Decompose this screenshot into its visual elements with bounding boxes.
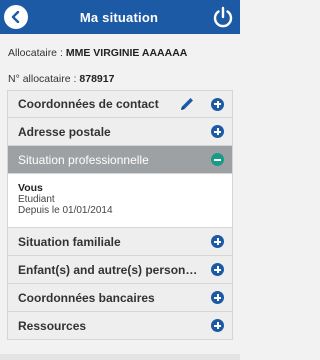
section-label: Situation familiale xyxy=(18,234,121,249)
section-label: Situation professionnelle xyxy=(18,152,149,167)
expand-icon[interactable] xyxy=(211,319,224,332)
chevron-left-icon xyxy=(11,11,20,23)
expand-icon[interactable] xyxy=(211,125,224,138)
allocataire-row: Allocataire : MME VIRGINIE AAAAAA xyxy=(8,40,232,66)
back-button[interactable] xyxy=(4,5,28,29)
allocataire-number-row: N° allocataire : 878917 xyxy=(8,66,232,92)
section-label: Coordonnées bancaires xyxy=(18,290,155,305)
expand-icon[interactable] xyxy=(211,235,224,248)
section-adresse-postale[interactable]: Adresse postale xyxy=(7,118,233,146)
allocataire-value: MME VIRGINIE AAAAAA xyxy=(65,47,188,59)
page-title: Ma situation xyxy=(79,9,159,25)
detail-since-date: Depuis le 01/01/2014 xyxy=(18,205,113,216)
collapse-icon[interactable] xyxy=(211,153,224,166)
detail-status: Etudiant xyxy=(18,194,55,205)
account-info: Allocataire : MME VIRGINIE AAAAAA N° all… xyxy=(0,34,240,92)
logout-button[interactable] xyxy=(210,4,236,30)
section-ressources[interactable]: Ressources xyxy=(7,312,233,340)
section-coordonnees-contact[interactable]: Coordonnées de contact xyxy=(7,90,233,118)
expand-icon[interactable] xyxy=(211,97,224,111)
section-situation-familiale[interactable]: Situation familiale xyxy=(7,228,233,256)
bottom-edge xyxy=(0,354,240,360)
expand-icon[interactable] xyxy=(211,291,224,304)
expand-icon[interactable] xyxy=(211,263,224,276)
allocataire-number-value: 878917 xyxy=(79,73,115,85)
section-situation-professionnelle[interactable]: Situation professionnelle xyxy=(7,146,233,174)
section-label: Ressources xyxy=(18,318,87,333)
section-coordonnees-bancaires[interactable]: Coordonnées bancaires xyxy=(7,284,233,312)
situation-professionnelle-detail: Vous Etudiant Depuis le 01/01/2014 xyxy=(7,174,233,228)
detail-heading: Vous xyxy=(18,182,43,194)
allocataire-label: Allocataire : xyxy=(8,47,63,59)
top-bar: Ma situation xyxy=(0,0,240,34)
section-label: Enfant(s) and autre(s) personn... xyxy=(18,262,198,277)
section-enfants[interactable]: Enfant(s) and autre(s) personn... xyxy=(7,256,233,284)
section-label: Adresse postale xyxy=(18,124,111,139)
situation-accordion: Coordonnées de contact Adresse postale S… xyxy=(7,90,233,340)
pencil-icon[interactable] xyxy=(179,96,195,112)
section-label: Coordonnées de contact xyxy=(18,97,159,111)
power-icon xyxy=(213,6,233,28)
allocataire-number-label: N° allocataire : xyxy=(8,73,77,85)
